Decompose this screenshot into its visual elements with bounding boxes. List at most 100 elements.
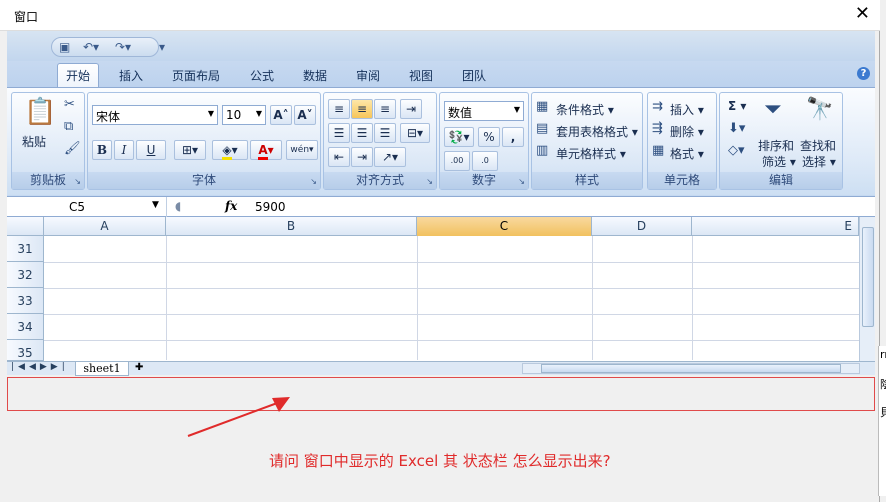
underline-button[interactable]: U xyxy=(136,140,166,160)
format-as-table-button[interactable]: 套用表格格式 ▾ xyxy=(556,123,638,140)
tab-page-layout[interactable]: 页面布局 xyxy=(172,67,220,84)
find-select-button[interactable]: 查找和 xyxy=(800,137,836,154)
increase-decimal-button[interactable]: .00 xyxy=(444,151,470,171)
align-bottom-button[interactable]: ≡ xyxy=(374,99,396,119)
column-header-b[interactable]: B xyxy=(166,217,417,236)
align-right-button[interactable]: ☰ xyxy=(374,123,396,143)
orientation-button[interactable]: ↗▾ xyxy=(374,147,406,167)
font-name-select[interactable]: 宋体 ▼ xyxy=(92,105,218,125)
window-title: 窗口 xyxy=(14,10,39,24)
dialog-launcher-icon[interactable]: ↘ xyxy=(426,177,433,186)
redo-icon[interactable]: ↷▾ xyxy=(115,40,131,54)
delete-icon: ⇶ xyxy=(652,121,663,136)
group-label: 剪贴板 xyxy=(12,172,84,189)
font-size-select[interactable]: 10 ▼ xyxy=(222,105,266,125)
select-all-corner[interactable] xyxy=(7,217,44,236)
conditional-format-button[interactable]: 条件格式 ▾ xyxy=(556,101,614,118)
row-header[interactable]: 31 xyxy=(7,236,44,262)
align-top-button[interactable]: ≡ xyxy=(328,99,350,119)
align-left-button[interactable]: ☰ xyxy=(328,123,350,143)
number-format-select[interactable]: 数值 ▼ xyxy=(444,101,524,121)
tab-home[interactable]: 开始 xyxy=(57,63,100,88)
undo-icon[interactable]: ↶▾ xyxy=(83,40,99,54)
scroll-thumb[interactable] xyxy=(862,227,874,327)
cell-styles-button[interactable]: 单元格样式 ▾ xyxy=(556,145,626,162)
borders-button[interactable]: ⊞▾ xyxy=(174,140,206,160)
dialog-launcher-icon[interactable]: ↘ xyxy=(74,177,81,186)
wrap-text-button[interactable]: ⇥ xyxy=(400,99,422,119)
clear-icon[interactable]: ◇▾ xyxy=(728,143,745,158)
close-icon[interactable]: ✕ xyxy=(855,4,870,24)
column-header-e[interactable]: E xyxy=(692,217,859,236)
sheet-nav-icons[interactable]: |◀◀▶▶| xyxy=(11,362,69,372)
group-label: 对齐方式 xyxy=(324,172,436,189)
bold-button[interactable]: B xyxy=(92,140,112,160)
decrease-decimal-button[interactable]: .0 xyxy=(472,151,498,171)
merge-center-button[interactable]: ⊟▾ xyxy=(400,123,430,143)
group-label: 数字 xyxy=(440,172,528,189)
tab-review[interactable]: 审阅 xyxy=(356,67,380,84)
ribbon: 📋 粘贴 ✂ ⧉ 🖌 剪贴板 ↘ 宋体 ▼ 10 ▼ A˄ A˅ B I U ⊞▾ … xyxy=(7,87,875,195)
column-header-c[interactable]: C xyxy=(417,217,592,236)
autosum-button[interactable]: Σ ▾ xyxy=(728,99,746,113)
sort-filter-button[interactable]: 排序和 xyxy=(758,137,794,154)
delete-button[interactable]: 删除 ▾ xyxy=(670,123,704,140)
vertical-scrollbar[interactable] xyxy=(859,217,875,362)
paste-button[interactable]: 粘贴 xyxy=(22,133,46,150)
chevron-down-icon[interactable]: ▼ xyxy=(152,200,159,210)
format-button[interactable]: 格式 ▾ xyxy=(670,145,704,162)
formula-input[interactable]: 5900 xyxy=(255,200,286,214)
horizontal-scrollbar[interactable] xyxy=(522,363,860,374)
dialog-launcher-icon[interactable]: ↘ xyxy=(518,177,525,186)
decrease-indent-button[interactable]: ⇤ xyxy=(328,147,350,167)
tab-team[interactable]: 团队 xyxy=(462,67,486,84)
sort-filter-button-2[interactable]: 筛选 ▾ xyxy=(762,153,796,170)
expand-icon[interactable]: ◖ xyxy=(175,199,181,213)
paste-icon[interactable]: 📋 xyxy=(24,97,56,127)
insert-function-icon[interactable]: fx xyxy=(225,199,237,213)
increase-indent-button[interactable]: ⇥ xyxy=(351,147,373,167)
percent-button[interactable]: % xyxy=(478,127,500,147)
conditional-format-icon: ▦ xyxy=(536,99,549,114)
comma-button[interactable]: , xyxy=(502,127,524,147)
sheet-tab[interactable]: sheet1 xyxy=(75,362,129,376)
dialog-launcher-icon[interactable]: ↘ xyxy=(310,177,317,186)
find-select-button-2[interactable]: 选择 ▾ xyxy=(802,153,836,170)
row-header[interactable]: 34 xyxy=(7,314,44,340)
scroll-thumb[interactable] xyxy=(541,364,841,373)
customize-qat-icon[interactable]: ▾ xyxy=(159,40,165,54)
ribbon-tabs: 开始 插入 页面布局 公式 数据 审阅 视图 团队 ? xyxy=(7,61,875,88)
grow-font-button[interactable]: A˄ xyxy=(270,105,292,125)
fill-color-button[interactable]: ◈▾ xyxy=(212,140,248,160)
row-header[interactable]: 32 xyxy=(7,262,44,288)
excel-app: ▣ ↶▾ ↷▾ ▾ 开始 插入 页面布局 公式 数据 审阅 视图 团队 ? 📋 … xyxy=(7,31,875,376)
column-header-a[interactable]: A xyxy=(44,217,166,236)
tab-view[interactable]: 视图 xyxy=(409,67,433,84)
align-middle-button[interactable]: ≡ xyxy=(351,99,373,119)
row-header[interactable]: 35 xyxy=(7,340,44,361)
insert-button[interactable]: 插入 ▾ xyxy=(670,101,704,118)
font-color-button[interactable]: A▾ xyxy=(250,140,282,160)
format-painter-icon[interactable]: 🖌 xyxy=(64,141,81,156)
copy-icon[interactable]: ⧉ xyxy=(64,119,73,134)
group-label: 字体 xyxy=(88,172,320,189)
align-center-button[interactable]: ☰ xyxy=(351,123,373,143)
help-icon[interactable]: ? xyxy=(857,67,870,80)
tab-insert[interactable]: 插入 xyxy=(119,67,143,84)
row-header[interactable]: 33 xyxy=(7,288,44,314)
group-label: 编辑 xyxy=(720,172,842,189)
worksheet-grid[interactable]: A B C D E 31 32 33 34 35 xyxy=(7,217,875,362)
shrink-font-button[interactable]: A˅ xyxy=(294,105,316,125)
new-sheet-icon[interactable]: ✚ xyxy=(135,362,143,373)
column-header-d[interactable]: D xyxy=(592,217,692,236)
italic-button[interactable]: I xyxy=(114,140,134,160)
cut-icon[interactable]: ✂ xyxy=(64,97,75,112)
phonetic-button[interactable]: wén▾ xyxy=(286,140,318,160)
tab-data[interactable]: 数据 xyxy=(303,67,327,84)
name-box[interactable]: C5 ▼ xyxy=(7,197,167,217)
currency-button[interactable]: 💱▾ xyxy=(444,127,474,147)
fill-icon[interactable]: ⬇▾ xyxy=(728,121,745,136)
tab-formulas[interactable]: 公式 xyxy=(250,67,274,84)
group-font: 宋体 ▼ 10 ▼ A˄ A˅ B I U ⊞▾ ◈▾ A▾ wén▾ 字体 ↘ xyxy=(87,92,321,190)
save-icon[interactable]: ▣ xyxy=(59,40,70,54)
